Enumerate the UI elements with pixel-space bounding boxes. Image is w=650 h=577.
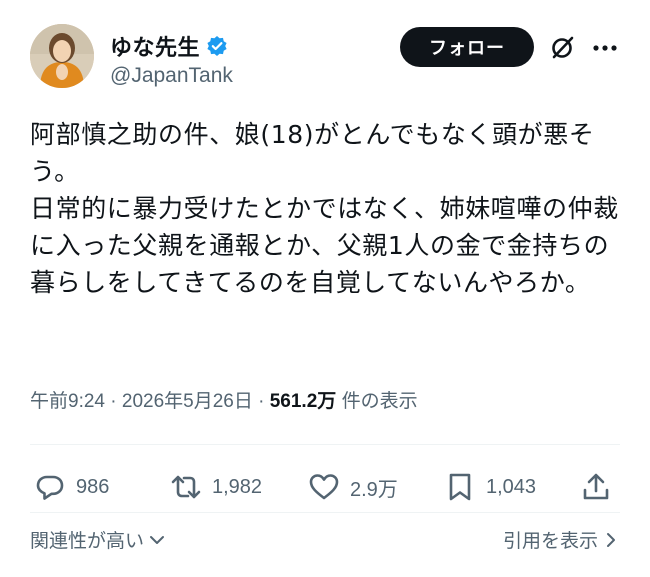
author-display-name[interactable]: ゆな先生	[110, 30, 200, 62]
action-bar: 986 1,982 2.9万 1,043	[30, 462, 630, 512]
share-button[interactable]	[580, 462, 612, 512]
author-handle[interactable]: @JapanTank	[110, 64, 233, 88]
views-count: 561.2万	[269, 391, 337, 412]
verified-badge-icon[interactable]	[206, 35, 228, 57]
avatar-image	[30, 24, 94, 88]
chevron-down-icon	[148, 531, 166, 549]
tweet-time[interactable]: 午前9:24	[30, 391, 105, 412]
sort-label: 関連性が高い	[30, 530, 145, 552]
like-button[interactable]: 2.9万	[308, 462, 398, 512]
view-quotes-link[interactable]: 引用を表示	[503, 526, 620, 553]
like-count: 2.9万	[350, 478, 398, 501]
views-label: 件の表示	[341, 391, 418, 412]
author-name-row: ゆな先生	[110, 30, 228, 62]
tweet-text: 阿部慎之助の件、娘(18)がとんでもなく頭が悪そう。 日常的に暴力受けたとかでは…	[30, 120, 619, 297]
divider	[30, 444, 620, 445]
bookmark-count: 1,043	[486, 475, 537, 498]
chevron-right-icon	[602, 531, 620, 549]
reply-count: 986	[76, 475, 110, 498]
reply-button[interactable]: 986	[34, 462, 109, 512]
tweet-date[interactable]: 2026年5月26日	[122, 391, 253, 412]
bookmark-button[interactable]: 1,043	[444, 462, 536, 512]
bookmark-icon	[444, 471, 476, 503]
avatar[interactable]	[30, 24, 94, 88]
repost-button[interactable]: 1,982	[170, 462, 262, 512]
tweet-meta: 午前9:24 · 2026年5月26日 · 561.2万 件の表示	[30, 386, 418, 413]
view-quotes-label: 引用を表示	[502, 530, 598, 552]
heart-icon	[308, 471, 340, 503]
more-dots-icon[interactable]	[590, 34, 620, 62]
slashed-circle-icon[interactable]	[548, 34, 576, 62]
reply-icon	[34, 471, 66, 503]
tweet-detail: ゆな先生 @JapanTank フォロー 阿部慎之助の件、娘(18)がとんでもな…	[0, 0, 650, 577]
share-icon	[580, 471, 612, 503]
sort-replies-dropdown[interactable]: 関連性が高い	[30, 526, 166, 553]
follow-button[interactable]: フォロー	[400, 27, 534, 67]
repost-icon	[170, 471, 202, 503]
repost-count: 1,982	[212, 475, 263, 498]
divider	[30, 512, 620, 513]
meta-separator: ·	[110, 391, 117, 412]
meta-separator: ·	[258, 391, 265, 412]
